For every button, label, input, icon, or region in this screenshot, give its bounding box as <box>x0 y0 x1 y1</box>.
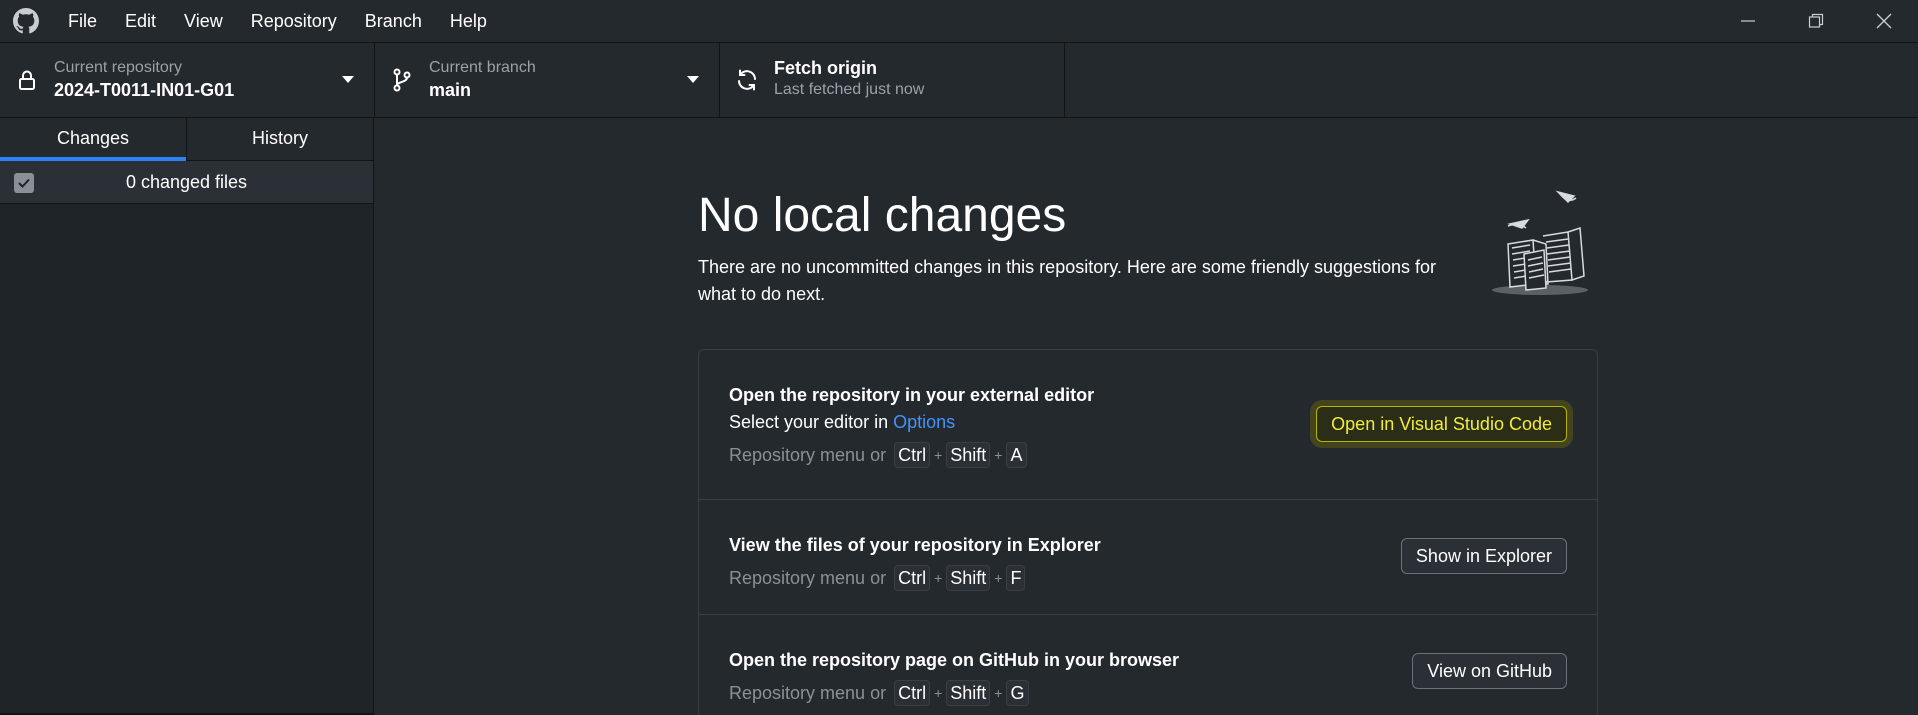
shortcut-lead: Repository menu or <box>729 445 887 465</box>
current-branch-dropdown[interactable]: Current branch main <box>375 43 720 117</box>
options-link[interactable]: Options <box>893 412 955 432</box>
key-ctrl: Ctrl <box>894 565 931 591</box>
key-plus: + <box>994 685 1003 701</box>
changed-files-count: 0 changed files <box>125 171 248 192</box>
tab-history[interactable]: History <box>187 118 373 160</box>
menu-edit[interactable]: Edit <box>111 0 170 42</box>
github-logo-icon <box>0 0 52 42</box>
open-in-vscode-button[interactable]: Open in Visual Studio Code <box>1316 406 1567 442</box>
sidebar-tabs: Changes History <box>0 118 373 161</box>
chevron-down-icon <box>342 76 354 83</box>
key-plus: + <box>994 570 1003 586</box>
menu-file[interactable]: File <box>52 0 111 42</box>
checkmark-icon <box>18 178 30 188</box>
key-plus: + <box>934 570 943 586</box>
branch-info: Current branch main <box>429 58 536 102</box>
repository-info: Current repository 2024-T0011-IN01-G01 <box>54 58 234 102</box>
show-in-explorer-button[interactable]: Show in Explorer <box>1400 538 1567 574</box>
key-shift: Shift <box>946 565 991 591</box>
key-ctrl: Ctrl <box>894 680 931 706</box>
repository-caption: Current repository <box>54 59 183 76</box>
close-button[interactable] <box>1850 0 1918 42</box>
key-f: F <box>1006 565 1026 591</box>
window-controls <box>1714 0 1918 42</box>
branch-caption: Current branch <box>429 59 536 76</box>
view-on-github-button[interactable]: View on GitHub <box>1412 653 1567 689</box>
menu-branch[interactable]: Branch <box>351 0 436 42</box>
restore-icon <box>1808 13 1824 28</box>
menu-help[interactable]: Help <box>436 0 501 42</box>
suggestion-title: Open the repository in your external edi… <box>729 385 1095 405</box>
key-ctrl: Ctrl <box>894 442 931 468</box>
current-repository-dropdown[interactable]: Current repository 2024-T0011-IN01-G01 <box>0 43 375 117</box>
branch-name: main <box>429 80 472 100</box>
fetch-origin-button[interactable]: Fetch origin Last fetched just now <box>720 43 1065 117</box>
keyboard-shortcut: Repository menu or Ctrl + Shift + A <box>729 440 1567 470</box>
fetch-status: Last fetched just now <box>774 81 925 98</box>
tab-changes[interactable]: Changes <box>0 118 187 161</box>
fetch-title: Fetch origin <box>774 58 877 78</box>
suggestion-show-explorer: View the files of your repository in Exp… <box>699 500 1597 615</box>
papers-illustration-icon <box>1488 184 1598 309</box>
main-content: No local changes There are no uncommitte… <box>375 118 1918 715</box>
key-g: G <box>1006 680 1029 706</box>
chevron-down-icon <box>687 76 699 83</box>
sidebar: Changes History 0 changed files <box>0 118 374 715</box>
no-changes-intro: No local changes There are no uncommitte… <box>698 188 1598 308</box>
restore-button[interactable] <box>1782 0 1850 42</box>
shortcut-lead: Repository menu or <box>729 683 887 703</box>
minimize-icon <box>1741 20 1755 22</box>
toolbar: Current repository 2024-T0011-IN01-G01 C… <box>0 42 1918 118</box>
lock-icon <box>0 69 54 91</box>
menu-repository[interactable]: Repository <box>237 0 351 42</box>
minimize-button[interactable] <box>1714 0 1782 42</box>
repository-name: 2024-T0011-IN01-G01 <box>54 80 235 100</box>
changed-files-header: 0 changed files <box>0 161 373 204</box>
suggestion-view-github: Open the repository page on GitHub in yo… <box>699 615 1597 715</box>
menu-bar: File Edit View Repository Branch Help <box>52 0 501 42</box>
page-description: There are no uncommitted changes in this… <box>698 257 1437 304</box>
shortcut-lead: Repository menu or <box>729 568 887 588</box>
suggestion-open-editor: Open the repository in your external edi… <box>699 350 1597 500</box>
key-shift: Shift <box>946 680 991 706</box>
menu-view[interactable]: View <box>170 0 237 42</box>
key-plus: + <box>934 447 943 463</box>
key-a: A <box>1006 442 1027 468</box>
page-title: No local changes <box>698 189 1067 242</box>
select-all-checkbox[interactable] <box>14 173 34 193</box>
sync-icon <box>720 68 774 92</box>
git-branch-icon <box>375 68 429 92</box>
subtitle-text: Select your editor in <box>729 412 894 432</box>
key-plus: + <box>994 447 1003 463</box>
fetch-info: Fetch origin Last fetched just now <box>774 58 924 102</box>
suggestions-panel: Open the repository in your external edi… <box>698 349 1598 715</box>
close-icon <box>1876 13 1892 29</box>
key-plus: + <box>934 685 943 701</box>
title-bar: File Edit View Repository Branch Help <box>0 0 1918 42</box>
key-shift: Shift <box>946 442 991 468</box>
